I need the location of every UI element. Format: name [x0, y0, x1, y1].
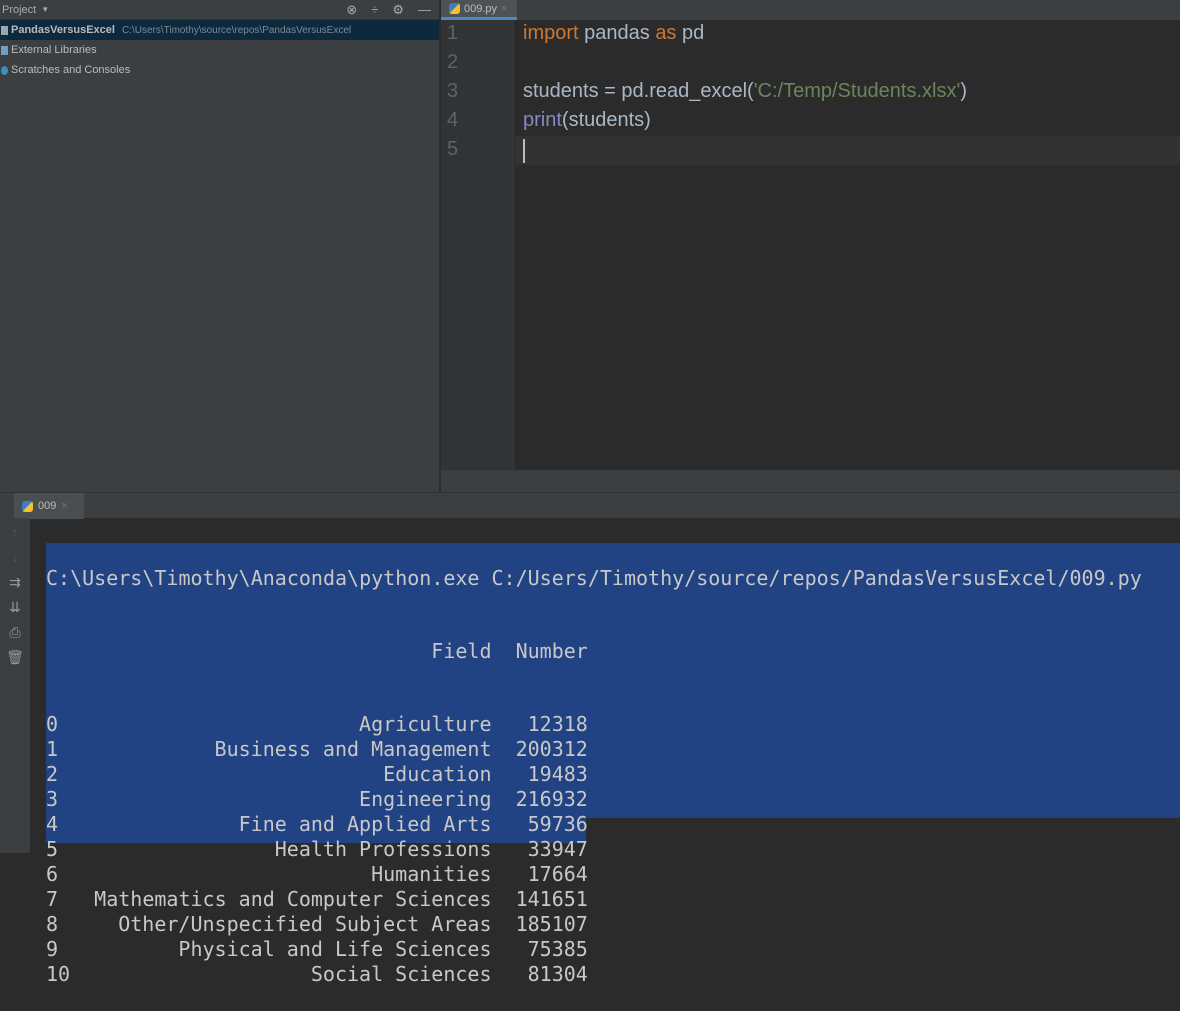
cell-index: 9: [46, 937, 59, 961]
cell-index: 6: [46, 862, 59, 886]
dataframe-row: 5 Health Professions 33947: [46, 837, 1142, 862]
python-run-icon: [22, 500, 33, 512]
cell-field: Other/Unspecified Subject Areas: [118, 912, 492, 936]
folder-icon: [1, 25, 8, 35]
cell-number: 19483: [527, 762, 588, 786]
console-command-line: C:\Users\Timothy\Anaconda\python.exe C:/…: [46, 566, 1142, 590]
cell-field: Humanities: [371, 862, 492, 886]
cell-field: Physical and Life Sciences: [178, 937, 492, 961]
cell-index: 10: [46, 962, 71, 986]
run-tab-bar: 009 ×: [0, 492, 1180, 519]
locate-icon[interactable]: ⊗: [346, 2, 357, 18]
arrow-down-icon[interactable]: ↓: [12, 549, 19, 567]
dataframe-row: 9 Physical and Life Sciences 75385: [46, 937, 1142, 962]
dataframe-row: 2 Education 19483: [46, 762, 1142, 787]
soft-wrap-icon[interactable]: ⇉: [9, 574, 21, 592]
dataframe-header: Field Number: [431, 639, 588, 663]
print-icon[interactable]: ⎙: [9, 624, 20, 642]
line-number: 2: [447, 51, 459, 73]
gear-icon[interactable]: ⚙: [392, 2, 404, 18]
tree-item-scratches[interactable]: Scratches and Consoles: [0, 60, 439, 80]
cell-number: 185107: [515, 912, 588, 936]
tab-009-py[interactable]: 009.py ×: [441, 0, 517, 20]
run-console-output[interactable]: C:\Users\Timothy\Anaconda\python.exe C:/…: [46, 518, 1142, 1011]
project-header: Project ▼ ⊗ ÷ ⚙ —: [0, 0, 439, 20]
cell-field: Education: [383, 762, 492, 786]
cell-number: 141651: [515, 887, 588, 911]
cell-number: 200312: [515, 737, 588, 761]
line-number: 5: [447, 138, 459, 160]
code-editor[interactable]: 009.py × 1 2 3 4 5 import pandas as pd s…: [441, 0, 1180, 470]
cell-field: Mathematics and Computer Sciences: [94, 887, 492, 911]
cell-field: Social Sciences: [310, 962, 492, 986]
dataframe-row: 0 Agriculture 12318: [46, 712, 1142, 737]
tree-item-external-libraries[interactable]: External Libraries: [0, 40, 439, 60]
cell-number: 33947: [527, 837, 588, 861]
cell-number: 17664: [527, 862, 588, 886]
dataframe-row: 10 Social Sciences 81304: [46, 962, 1142, 987]
cell-number: 81304: [527, 962, 588, 986]
editor-status-strip: [441, 470, 1180, 492]
line-number: 4: [447, 109, 459, 131]
tree-item-project-root[interactable]: PandasVersusExcel C:\Users\Timothy\sourc…: [0, 20, 439, 40]
dataframe-row: 1 Business and Management 200312: [46, 737, 1142, 762]
trash-icon[interactable]: 🗑: [6, 649, 24, 667]
python-file-icon: [449, 3, 460, 14]
dataframe-row: 3 Engineering 216932: [46, 787, 1142, 812]
editor-tab-bar: 009.py ×: [441, 0, 1180, 20]
code-line-3: students = pd.read_excel('C:/Temp/Studen…: [523, 80, 967, 102]
cell-index: 4: [46, 812, 59, 836]
code-line-4: print(students): [523, 109, 651, 131]
dataframe-row: 6 Humanities 17664: [46, 862, 1142, 887]
cell-number: 59736: [527, 812, 588, 836]
text-caret: [523, 139, 525, 163]
current-line-highlight: [515, 136, 1180, 165]
cell-field: Engineering: [359, 787, 492, 811]
run-toolbar: ↑ ↓ ⇉ ⇊ ⎙ 🗑: [0, 518, 30, 853]
cell-index: 3: [46, 787, 59, 811]
line-gutter: 1 2 3 4 5: [441, 20, 514, 470]
dataframe-row: 7 Mathematics and Computer Sciences 141651: [46, 887, 1142, 912]
close-icon[interactable]: ×: [61, 500, 67, 512]
minimize-icon[interactable]: —: [418, 2, 431, 18]
line-number: 1: [447, 22, 459, 44]
run-tab-009[interactable]: 009 ×: [14, 493, 84, 519]
project-panel: Project ▼ ⊗ ÷ ⚙ — PandasVersusExcel C:\U…: [0, 0, 440, 492]
cell-field: Health Professions: [274, 837, 492, 861]
cell-field: Fine and Applied Arts: [238, 812, 492, 836]
arrow-up-icon[interactable]: ↑: [12, 524, 19, 542]
cell-index: 2: [46, 762, 59, 786]
close-icon[interactable]: ×: [501, 3, 507, 15]
code-line-1: import pandas as pd: [523, 22, 705, 44]
cell-number: 216932: [515, 787, 588, 811]
dataframe-row: 8 Other/Unspecified Subject Areas 185107: [46, 912, 1142, 937]
cell-index: 7: [46, 887, 59, 911]
cell-number: 12318: [527, 712, 588, 736]
chevron-down-icon[interactable]: ▼: [41, 5, 49, 14]
project-view-dropdown[interactable]: Project: [2, 4, 36, 16]
cell-field: Agriculture: [359, 712, 492, 736]
library-icon: [1, 45, 8, 55]
collapse-icon[interactable]: ÷: [371, 2, 378, 18]
cell-index: 0: [46, 712, 59, 736]
dataframe-row: 4 Fine and Applied Arts 59736: [46, 812, 1142, 837]
cell-field: Business and Management: [214, 737, 492, 761]
cell-index: 8: [46, 912, 59, 936]
scratches-icon: [1, 65, 8, 75]
scroll-to-end-icon[interactable]: ⇊: [9, 599, 21, 617]
cell-index: 5: [46, 837, 59, 861]
cell-number: 75385: [527, 937, 588, 961]
cell-index: 1: [46, 737, 59, 761]
line-number: 3: [447, 80, 459, 102]
